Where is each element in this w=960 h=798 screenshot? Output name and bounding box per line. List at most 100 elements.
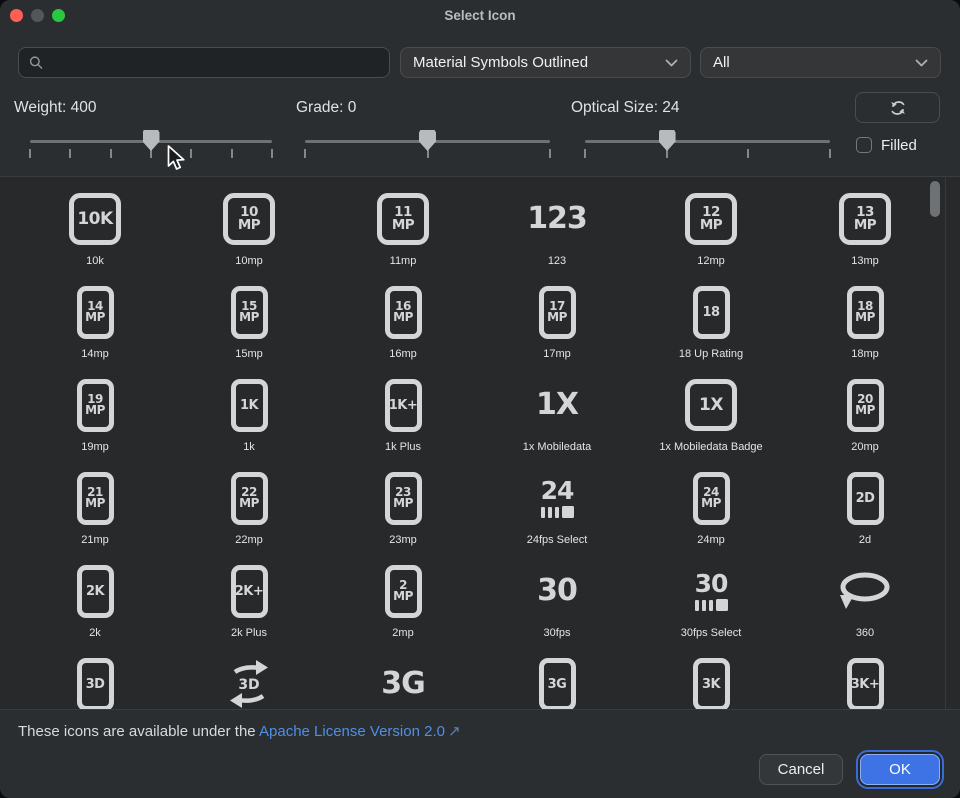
icon-cell-20mp[interactable]: 20mp 20mp: [788, 376, 942, 469]
icon-cell-clipped[interactable]: 3D: [172, 655, 326, 710]
10mp-icon: 10mp: [223, 190, 275, 248]
icon-label: 18 Up Rating: [679, 348, 743, 360]
icon-label: 2mp: [392, 627, 413, 639]
icon-cell-3g[interactable]: 3G: [326, 655, 480, 710]
icon-cell-1k-plus[interactable]: 1K+1k Plus: [326, 376, 480, 469]
icon-label: 21mp: [81, 534, 109, 546]
icon-label: 1x Mobiledata Badge: [659, 441, 762, 453]
icon-grid: 10K10k10mp10mp11mp11mp12312312mp12mp13mp…: [0, 176, 960, 710]
1x-mobiledata-icon: 1X: [536, 376, 578, 434]
icon-cell-2d[interactable]: 2D2d: [788, 469, 942, 562]
icon-label: 360: [856, 627, 874, 639]
clipped-icon: 3D: [223, 655, 275, 710]
weight-slider[interactable]: [30, 136, 272, 162]
2mp-icon: 2mp: [385, 562, 422, 620]
10k-icon: 10K: [69, 190, 121, 248]
15mp-icon: 15mp: [231, 283, 268, 341]
icon-cell-23mp[interactable]: 23mp23mp: [326, 469, 480, 562]
category-value: All: [713, 54, 730, 71]
icon-cell-11mp[interactable]: 11mp11mp: [326, 190, 480, 283]
optical-size-slider[interactable]: [585, 136, 830, 162]
icon-cell-2k-plus[interactable]: 2K+ 2k Plus: [172, 562, 326, 655]
slider-tick: [584, 149, 586, 158]
icon-label: 12mp: [697, 255, 725, 267]
18-up-rating-icon: 18: [693, 283, 730, 341]
icon-cell-1x-mobiledata-badge[interactable]: 1X1x Mobiledata Badge: [634, 376, 788, 469]
icon-cell-18mp[interactable]: 18mp18mp: [788, 283, 942, 376]
search-input[interactable]: [51, 54, 379, 72]
slider-tick: [829, 149, 831, 158]
icon-cell-1k[interactable]: 1K1k: [172, 376, 326, 469]
license-text: These icons are available under the: [18, 723, 259, 740]
slider-tick: [549, 149, 551, 158]
icon-label: 20mp: [851, 441, 879, 453]
360-icon: [837, 570, 893, 612]
icon-cell-1x-mobiledata[interactable]: 1X 1x Mobiledata: [480, 376, 634, 469]
icon-cell-16mp[interactable]: 16mp16mp: [326, 283, 480, 376]
icon-label: 1x Mobiledata: [523, 441, 592, 453]
reset-button[interactable]: [855, 92, 940, 123]
icon-cell-21mp[interactable]: 21mp 21mp: [18, 469, 172, 562]
icon-cell-3g[interactable]: 3G: [480, 655, 634, 710]
weight-slider-thumb[interactable]: [143, 130, 160, 151]
icon-cell-3k[interactable]: 3K: [634, 655, 788, 710]
icon-cell-22mp[interactable]: 22mp22mp: [172, 469, 326, 562]
icon-cell-3d[interactable]: 3D: [18, 655, 172, 710]
title-bar: Select Icon: [0, 0, 960, 32]
filled-checkbox[interactable]: [856, 137, 872, 153]
optical-slider-thumb[interactable]: [659, 130, 676, 151]
icon-cell-10k[interactable]: 10K10k: [18, 190, 172, 283]
ok-button[interactable]: OK: [860, 754, 940, 785]
grade-label: Grade: 0: [296, 99, 356, 117]
icon-cell-123[interactable]: 123123: [480, 190, 634, 283]
slider-tick: [231, 149, 233, 158]
icon-label: 24fps Select: [527, 534, 588, 546]
icon-cell-24mp[interactable]: 24mp24mp: [634, 469, 788, 562]
scrollbar-thumb[interactable]: [930, 181, 940, 217]
grade-slider[interactable]: [305, 136, 550, 162]
icon-cell-360[interactable]: 360: [788, 562, 942, 655]
icon-cell-3k-[interactable]: 3K+: [788, 655, 942, 710]
icon-cell-13mp[interactable]: 13mp13mp: [788, 190, 942, 283]
icon-label: 123: [548, 255, 566, 267]
search-field[interactable]: [18, 47, 390, 78]
17mp-icon: 17mp: [539, 283, 576, 341]
cancel-button[interactable]: Cancel: [759, 754, 843, 785]
icon-set-select[interactable]: Material Symbols Outlined: [400, 47, 691, 78]
grid-right-divider: [945, 176, 946, 710]
icon-label: 2k Plus: [231, 627, 267, 639]
2k-plus-icon: 2K+: [231, 562, 268, 620]
icon-label: 1k: [243, 441, 255, 453]
icon-cell-2k[interactable]: 2K2k: [18, 562, 172, 655]
21mp-icon: 21mp: [77, 469, 114, 527]
icon-cell-15mp[interactable]: 15mp 15mp: [172, 283, 326, 376]
icon-cell-14mp[interactable]: 14mp14mp: [18, 283, 172, 376]
slider-tick: [29, 149, 31, 158]
icon-label: 17mp: [543, 348, 571, 360]
icon-label: 15mp: [235, 348, 263, 360]
icon-cell-24fps-select[interactable]: 2424fps Select: [480, 469, 634, 562]
icon-cell-18-up-rating[interactable]: 18 18 Up Rating: [634, 283, 788, 376]
icon-label: 30fps: [544, 627, 571, 639]
slider-tick: [190, 149, 192, 158]
grade-slider-thumb[interactable]: [419, 130, 436, 151]
icon-cell-30fps-select[interactable]: 3030fps Select: [634, 562, 788, 655]
icon-cell-30fps[interactable]: 3030fps: [480, 562, 634, 655]
3g-icon: 3G: [381, 655, 425, 710]
icon-cell-2mp[interactable]: 2mp 2mp: [326, 562, 480, 655]
icon-cell-17mp[interactable]: 17mp 17mp: [480, 283, 634, 376]
icon-label: 30fps Select: [681, 627, 742, 639]
window-title: Select Icon: [0, 8, 960, 23]
20mp-icon: 20mp: [847, 376, 884, 434]
category-select[interactable]: All: [700, 47, 941, 78]
slider-tick: [747, 149, 749, 158]
apache-license-link[interactable]: Apache License Version 2.0: [259, 723, 445, 740]
slider-tick: [69, 149, 71, 158]
icon-label: 2k: [89, 627, 101, 639]
360-icon: [837, 562, 893, 620]
icon-cell-12mp[interactable]: 12mp12mp: [634, 190, 788, 283]
refresh-icon: [887, 98, 909, 118]
13mp-icon: 13mp: [839, 190, 891, 248]
icon-cell-10mp[interactable]: 10mp10mp: [172, 190, 326, 283]
icon-cell-19mp[interactable]: 19mp19mp: [18, 376, 172, 469]
